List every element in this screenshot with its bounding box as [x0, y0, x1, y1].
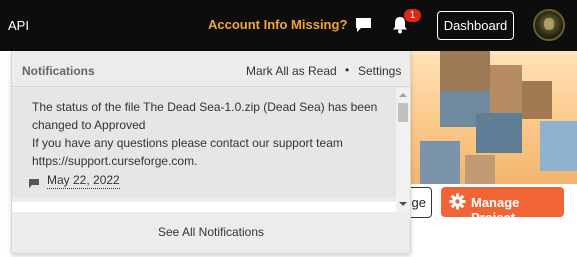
notifications-dropdown: Notifications Mark All as Read • Setting…	[11, 51, 411, 254]
project-banner-image	[410, 51, 577, 184]
notifications-list[interactable]: The status of the file The Dead Sea-1.0.…	[12, 88, 410, 212]
manage-project-button[interactable]: Manage Project	[441, 187, 564, 225]
notifications-title: Notifications	[22, 64, 95, 78]
notification-line: changed to Approved	[32, 118, 146, 132]
chat-icon[interactable]	[354, 16, 374, 34]
notification-line: The status of the file The Dead Sea-1.0.…	[32, 100, 378, 114]
notification-settings-link[interactable]: Settings	[358, 64, 401, 78]
header-separator: •	[345, 63, 350, 77]
account-info-missing-link[interactable]: Account Info Missing?	[208, 17, 347, 32]
notifications-scrollbar[interactable]	[396, 88, 410, 212]
flag-icon	[29, 177, 39, 188]
top-navigation-bar: API Account Info Missing? 1 Dashboard	[0, 0, 577, 51]
scroll-up-arrow-icon[interactable]	[399, 93, 407, 97]
manage-project-label: Manage Project	[471, 195, 520, 225]
notification-line: If you have any questions please contact…	[32, 136, 343, 150]
notification-item[interactable]: The status of the file The Dead Sea-1.0.…	[12, 88, 396, 198]
notification-line: https://support.curseforge.com.	[32, 154, 198, 168]
next-notification-item[interactable]	[12, 202, 396, 212]
dashboard-button[interactable]: Dashboard	[437, 11, 514, 40]
notification-date: May 22, 2022	[47, 173, 120, 189]
api-link[interactable]: API	[8, 18, 29, 33]
gear-icon	[449, 193, 466, 210]
panel-divider	[12, 86, 410, 87]
see-all-notifications-link[interactable]: See All Notifications	[12, 225, 410, 239]
scroll-down-arrow-icon[interactable]	[399, 202, 407, 206]
notification-count-badge: 1	[404, 9, 421, 22]
avatar-face-shape	[544, 18, 554, 30]
notification-message: The status of the file The Dead Sea-1.0.…	[32, 98, 392, 170]
mark-all-read-link[interactable]: Mark All as Read	[246, 64, 337, 78]
user-avatar[interactable]	[533, 9, 565, 41]
scrollbar-thumb[interactable]	[398, 103, 408, 122]
